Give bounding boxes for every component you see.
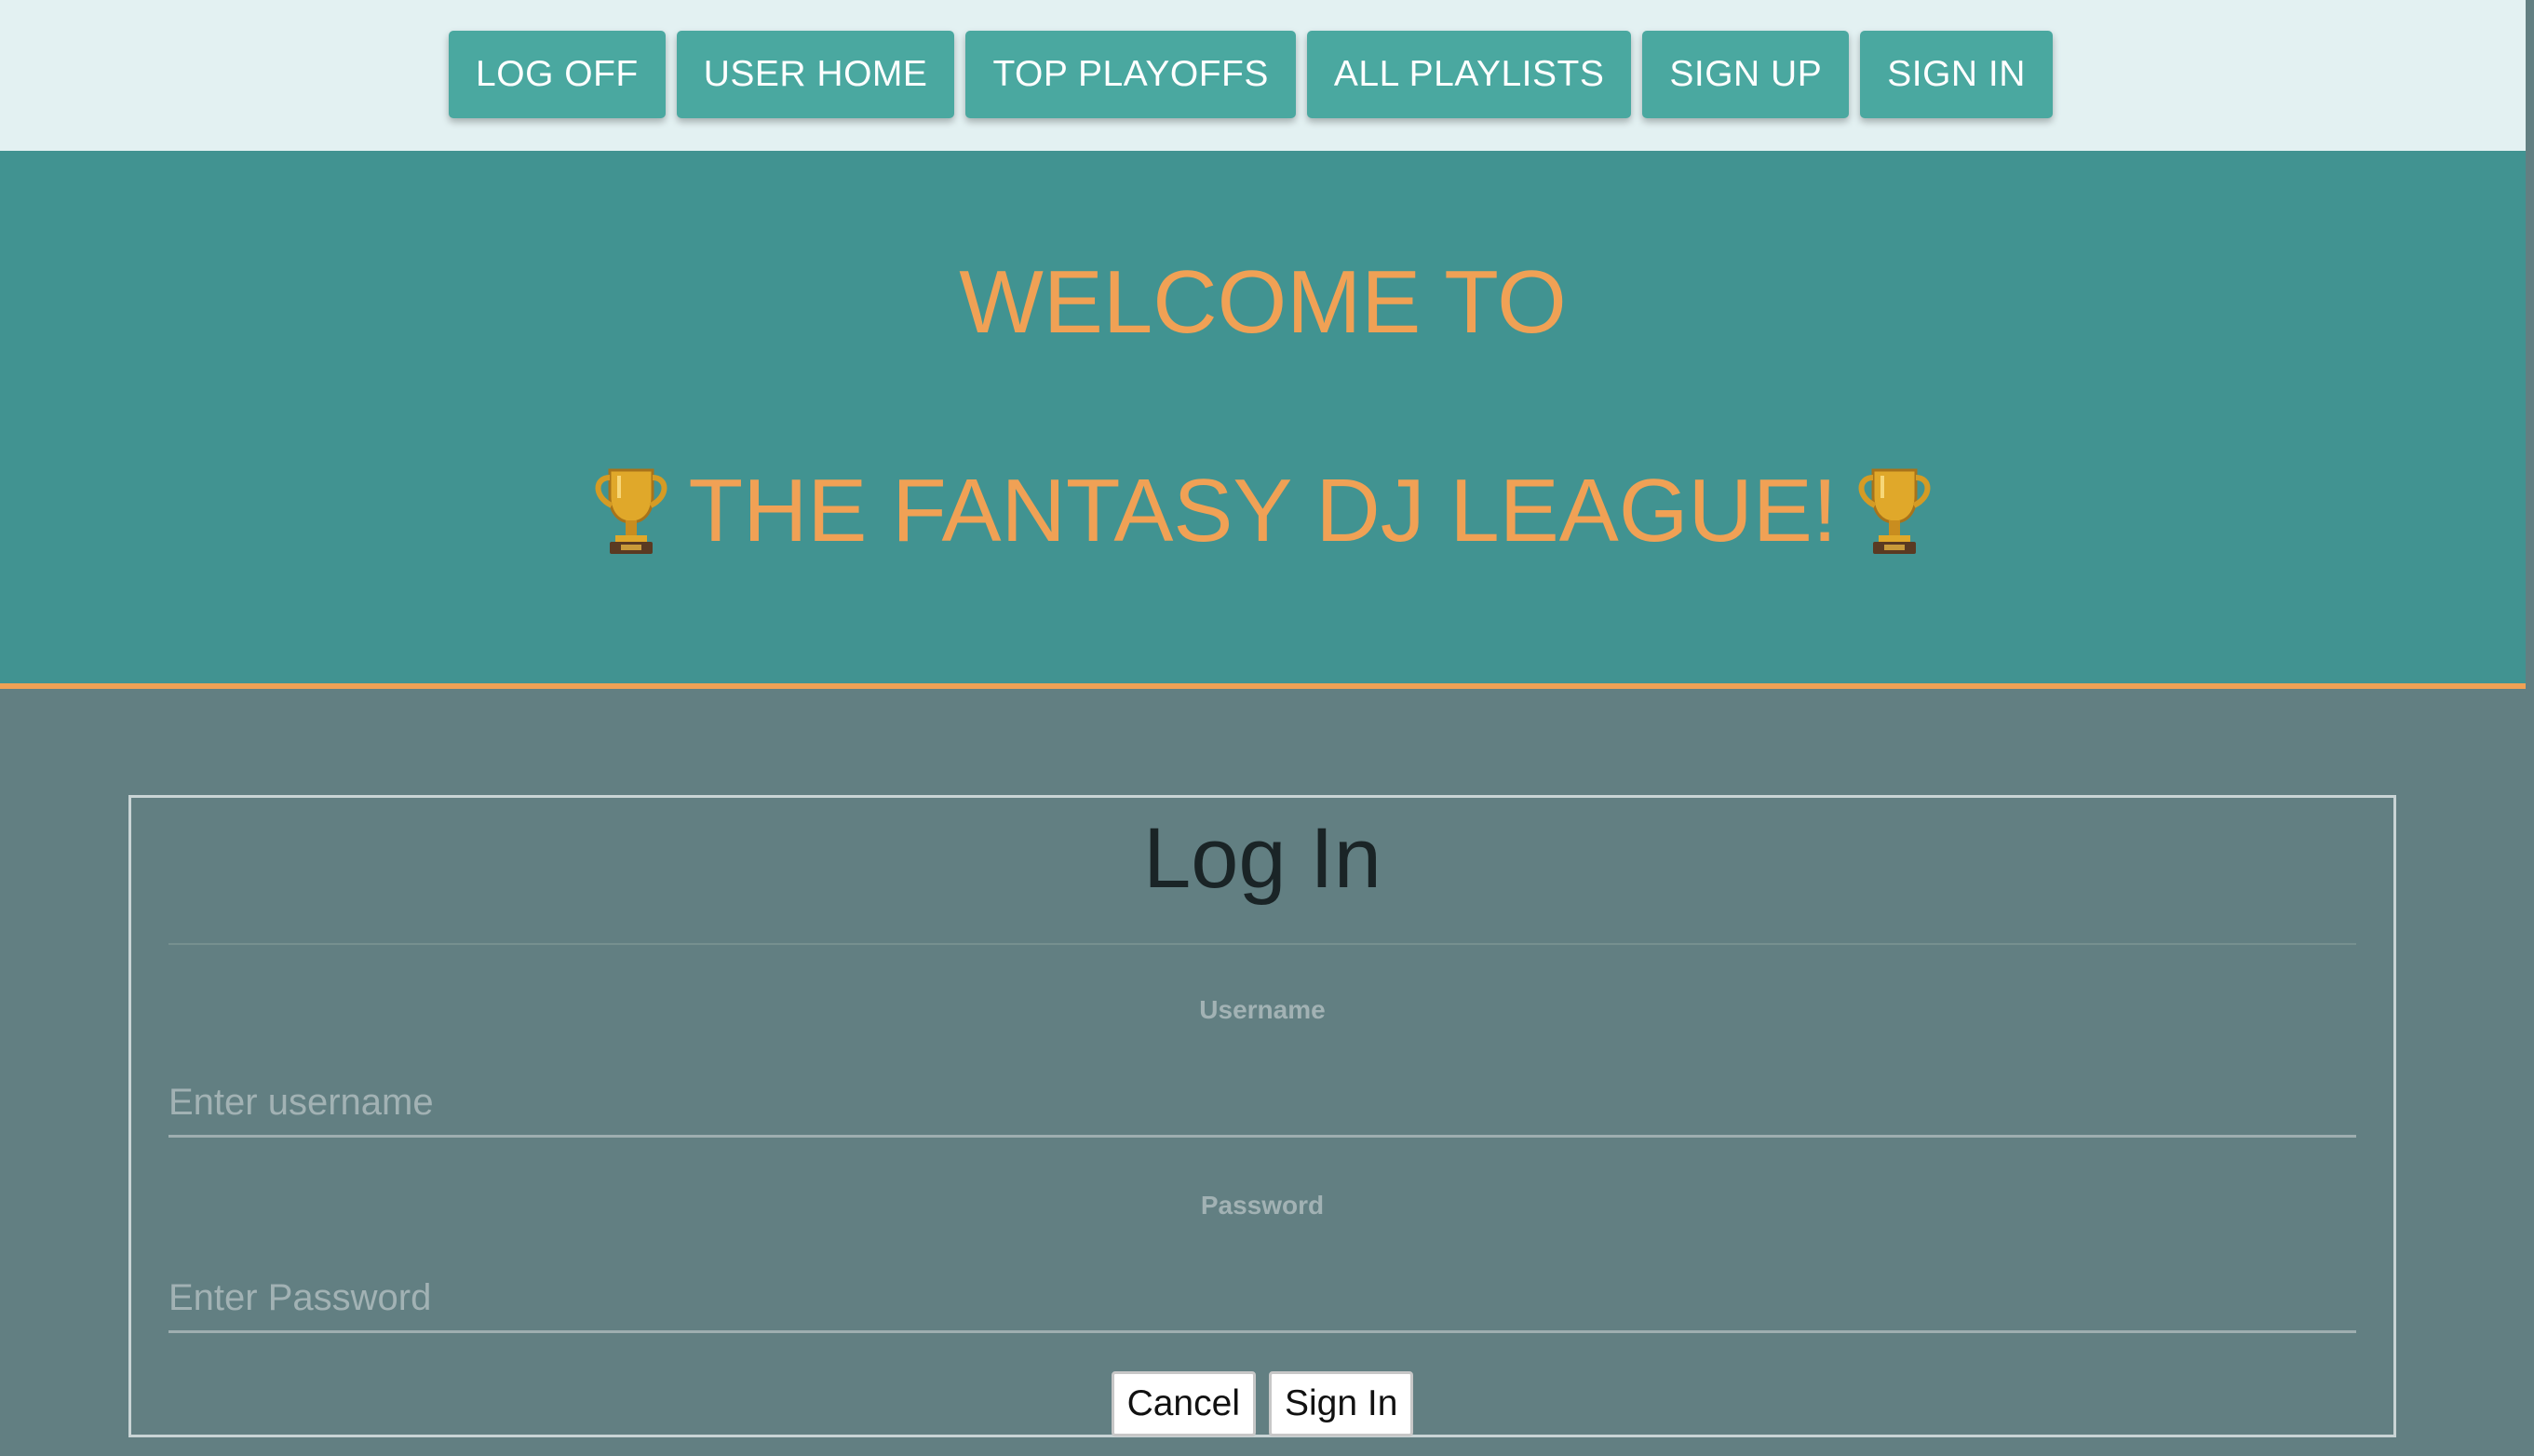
user-home-button[interactable]: USER HOME <box>676 31 955 118</box>
top-nav-bar: LOG OFF USER HOME TOP PLAYOFFS ALL PLAYL… <box>0 0 2526 151</box>
top-playoffs-button[interactable]: TOP PLAYOFFS <box>965 31 1296 118</box>
login-title: Log In <box>1143 811 1382 906</box>
trophy-icon <box>595 468 667 554</box>
log-off-button[interactable]: LOG OFF <box>449 31 666 118</box>
login-form: Log In Username Password Cancel Sign In <box>128 795 2396 1437</box>
sign-in-nav-button[interactable]: SIGN IN <box>1860 31 2053 118</box>
welcome-heading: WELCOME TO <box>959 252 1567 352</box>
title-divider <box>168 943 2356 945</box>
welcome-banner: WELCOME TO THE FANTASY DJ LEAGUE! <box>0 151 2526 689</box>
sign-up-button[interactable]: SIGN UP <box>1642 31 1850 118</box>
trophy-icon <box>1858 468 1930 554</box>
sign-in-submit-button[interactable]: Sign In <box>1268 1371 1414 1436</box>
username-label: Username <box>1199 995 1326 1024</box>
nav-button-group: LOG OFF USER HOME TOP PLAYOFFS ALL PLAYL… <box>0 31 2526 118</box>
page: LOG OFF USER HOME TOP PLAYOFFS ALL PLAYL… <box>0 0 2526 1456</box>
league-heading-row: THE FANTASY DJ LEAGUE! <box>0 460 2526 562</box>
league-heading: THE FANTASY DJ LEAGUE! <box>688 461 1838 560</box>
form-button-group: Cancel Sign In <box>131 1371 2393 1436</box>
all-playlists-button[interactable]: ALL PLAYLISTS <box>1306 31 1632 118</box>
cancel-button[interactable]: Cancel <box>1111 1371 1256 1436</box>
username-input[interactable] <box>168 1070 2356 1138</box>
password-label: Password <box>1200 1191 1325 1220</box>
password-input[interactable] <box>168 1265 2356 1333</box>
